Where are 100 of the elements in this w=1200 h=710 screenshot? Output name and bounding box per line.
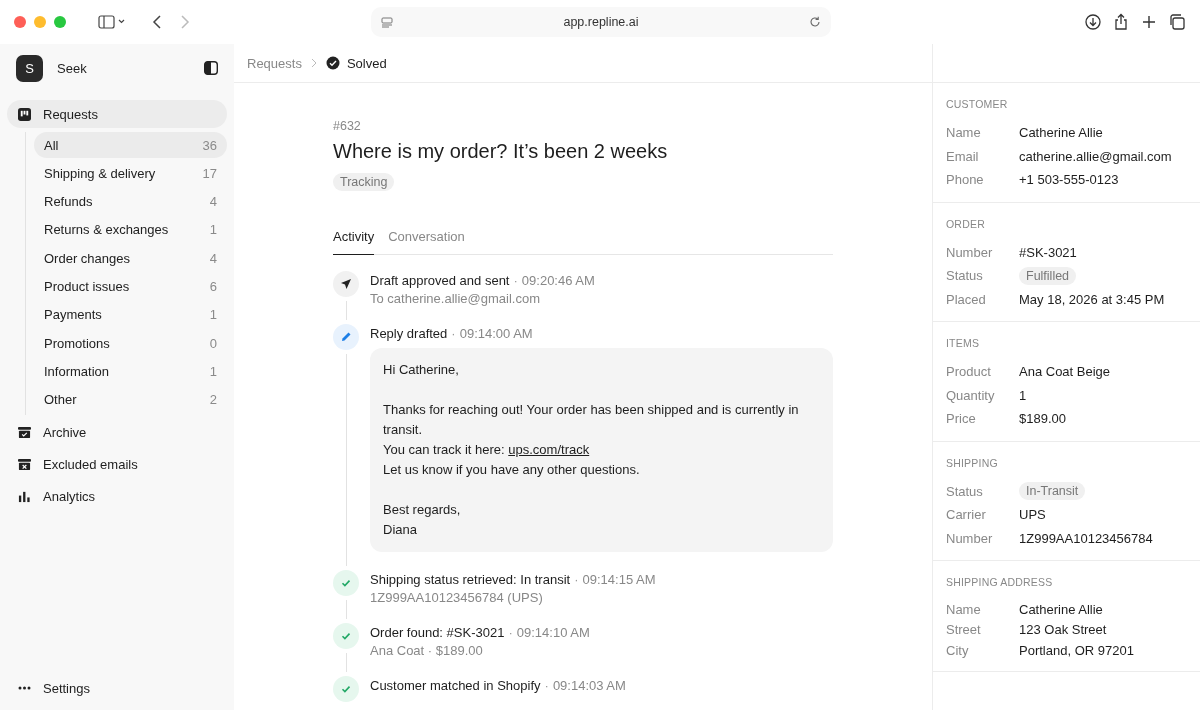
category-item[interactable]: Order changes 4	[34, 245, 227, 272]
sidebar-item[interactable]: Requests	[7, 100, 227, 128]
field-label: Product	[946, 364, 992, 380]
checkmark-icon	[333, 570, 359, 596]
field-label: Placed	[946, 291, 987, 307]
message-line: Thanks for reaching out! Your order has been shipped and is currently in transit.	[383, 401, 800, 439]
more-icon	[18, 686, 31, 690]
event-title: Order found: #SK-3021	[370, 625, 505, 640]
event-title: Shipping status retrieved: In transit	[370, 572, 571, 587]
field-label: Name	[946, 125, 982, 141]
field-value: Catherine Allie	[1019, 125, 1104, 141]
message-line: Diana	[383, 521, 418, 539]
check-circle-icon	[325, 56, 340, 70]
section-heading: ORDER	[946, 217, 986, 230]
separator-dot: ·	[508, 625, 513, 640]
status-badge: Fulfilled	[1019, 266, 1077, 285]
category-item[interactable]: Refunds 4	[34, 188, 227, 215]
request-number: #632	[333, 119, 362, 133]
reload-icon[interactable]	[809, 16, 821, 28]
separator-dot: ·	[513, 273, 518, 288]
message-line: You can track it here:	[383, 442, 505, 457]
settings-item[interactable]: Settings	[7, 678, 227, 698]
archive-box-icon	[18, 426, 31, 440]
field-value: catherine.allie@gmail.com	[1019, 148, 1173, 164]
field-value: 1Z999AA10123456784	[1019, 530, 1154, 546]
checkmark-icon	[333, 676, 359, 702]
archive-x-icon	[18, 458, 31, 472]
tracking-link[interactable]: ups.com/track	[508, 442, 590, 457]
section-heading: SHIPPING ADDRESS	[946, 576, 1054, 588]
event-detail: To catherine.allie@gmail.com	[370, 291, 541, 306]
event-detail: 1Z999AA10123456784 (UPS)	[370, 590, 544, 605]
category-item[interactable]: Returns & exchanges 1	[34, 216, 227, 243]
share-icon[interactable]	[1112, 13, 1130, 31]
tabs-icon[interactable]	[1168, 13, 1186, 31]
separator-dot: ·	[574, 572, 579, 587]
event-title: Draft approved and sent	[370, 273, 510, 288]
section-heading: CUSTOMER	[946, 98, 1009, 110]
category-item[interactable]: Shipping & delivery 17	[34, 160, 227, 187]
field-value: 1	[1019, 387, 1028, 403]
tab[interactable]: Conversation	[388, 229, 465, 255]
section-heading: ITEMS	[946, 337, 981, 349]
tab[interactable]: Activity	[333, 229, 375, 255]
request-title: Where is my order? It’s been 2 weeks	[333, 140, 669, 163]
field-value: 123 Oak Street	[1019, 622, 1108, 638]
message-line: Best regards,	[383, 501, 462, 519]
category-item[interactable]: Information 1	[34, 358, 227, 385]
field-label: Number	[946, 530, 994, 546]
request-tag: Tracking	[333, 173, 395, 191]
status-badge: In-Transit	[1019, 482, 1086, 501]
panel-toggle-icon[interactable]	[204, 61, 218, 75]
workspace-avatar[interactable]: S	[16, 54, 43, 82]
checkmark-icon	[333, 623, 359, 649]
field-label: Carrier	[946, 507, 987, 523]
back-icon[interactable]	[152, 14, 162, 30]
field-label: Name	[946, 601, 982, 617]
chevron-right-icon	[309, 58, 318, 68]
field-label: Number	[946, 244, 994, 260]
sidebar-item[interactable]: Excluded emails	[7, 450, 227, 479]
field-value: #SK-3021	[1019, 244, 1078, 260]
separator-dot: ·	[544, 678, 549, 693]
field-label: Status	[946, 483, 984, 499]
field-value: Ana Coat Beige	[1019, 364, 1112, 380]
pencil-icon	[333, 324, 359, 350]
event-title: Customer matched in Shopify	[370, 678, 541, 693]
breadcrumb-current: Solved	[346, 55, 387, 71]
field-label: Email	[946, 148, 980, 164]
sidebar-item[interactable]: Analytics	[7, 482, 227, 511]
event-time: 09:14:10 AM	[516, 625, 590, 640]
address-bar[interactable]: app.repline.ai	[371, 7, 831, 37]
field-label: Phone	[946, 172, 985, 188]
event-time: 09:14:15 AM	[582, 572, 656, 587]
field-label: City	[946, 642, 970, 658]
field-value: May 18, 2026 at 3:45 PM	[1019, 291, 1166, 307]
page-icon	[381, 16, 393, 28]
workspace-name[interactable]: Seek	[57, 60, 87, 76]
category-item[interactable]: Other 2	[34, 386, 227, 413]
category-item[interactable]: All 36	[34, 132, 227, 158]
category-item[interactable]: Product issues 6	[34, 273, 227, 300]
section-heading: SHIPPING	[946, 456, 999, 469]
event-detail: Ana Coat · $189.00	[370, 643, 484, 658]
close-window-button[interactable]	[14, 16, 26, 28]
event-time: 09:14:00 AM	[459, 326, 533, 341]
category-item[interactable]: Payments 1	[34, 301, 227, 328]
event-time: 09:20:46 AM	[521, 273, 595, 288]
field-value: UPS	[1019, 507, 1047, 523]
bar-chart-icon	[18, 490, 31, 504]
plus-icon[interactable]	[1140, 13, 1158, 31]
field-label: Street	[946, 622, 982, 638]
category-item[interactable]: Promotions 0	[34, 330, 227, 357]
event-time: 09:14:03 AM	[552, 678, 626, 693]
paper-plane-icon	[333, 271, 359, 297]
field-value: Catherine Allie	[1019, 601, 1104, 617]
field-label: Quantity	[946, 387, 996, 403]
field-label: Status	[946, 268, 984, 284]
sidebar-item[interactable]: Archive	[7, 418, 227, 447]
message-line: Let us know if you have any other questions.	[383, 461, 641, 479]
field-label: Price	[946, 411, 977, 427]
download-icon[interactable]	[1084, 13, 1102, 31]
breadcrumb-link[interactable]: Requests	[247, 55, 302, 71]
message-line: Hi Catherine,	[383, 361, 460, 379]
